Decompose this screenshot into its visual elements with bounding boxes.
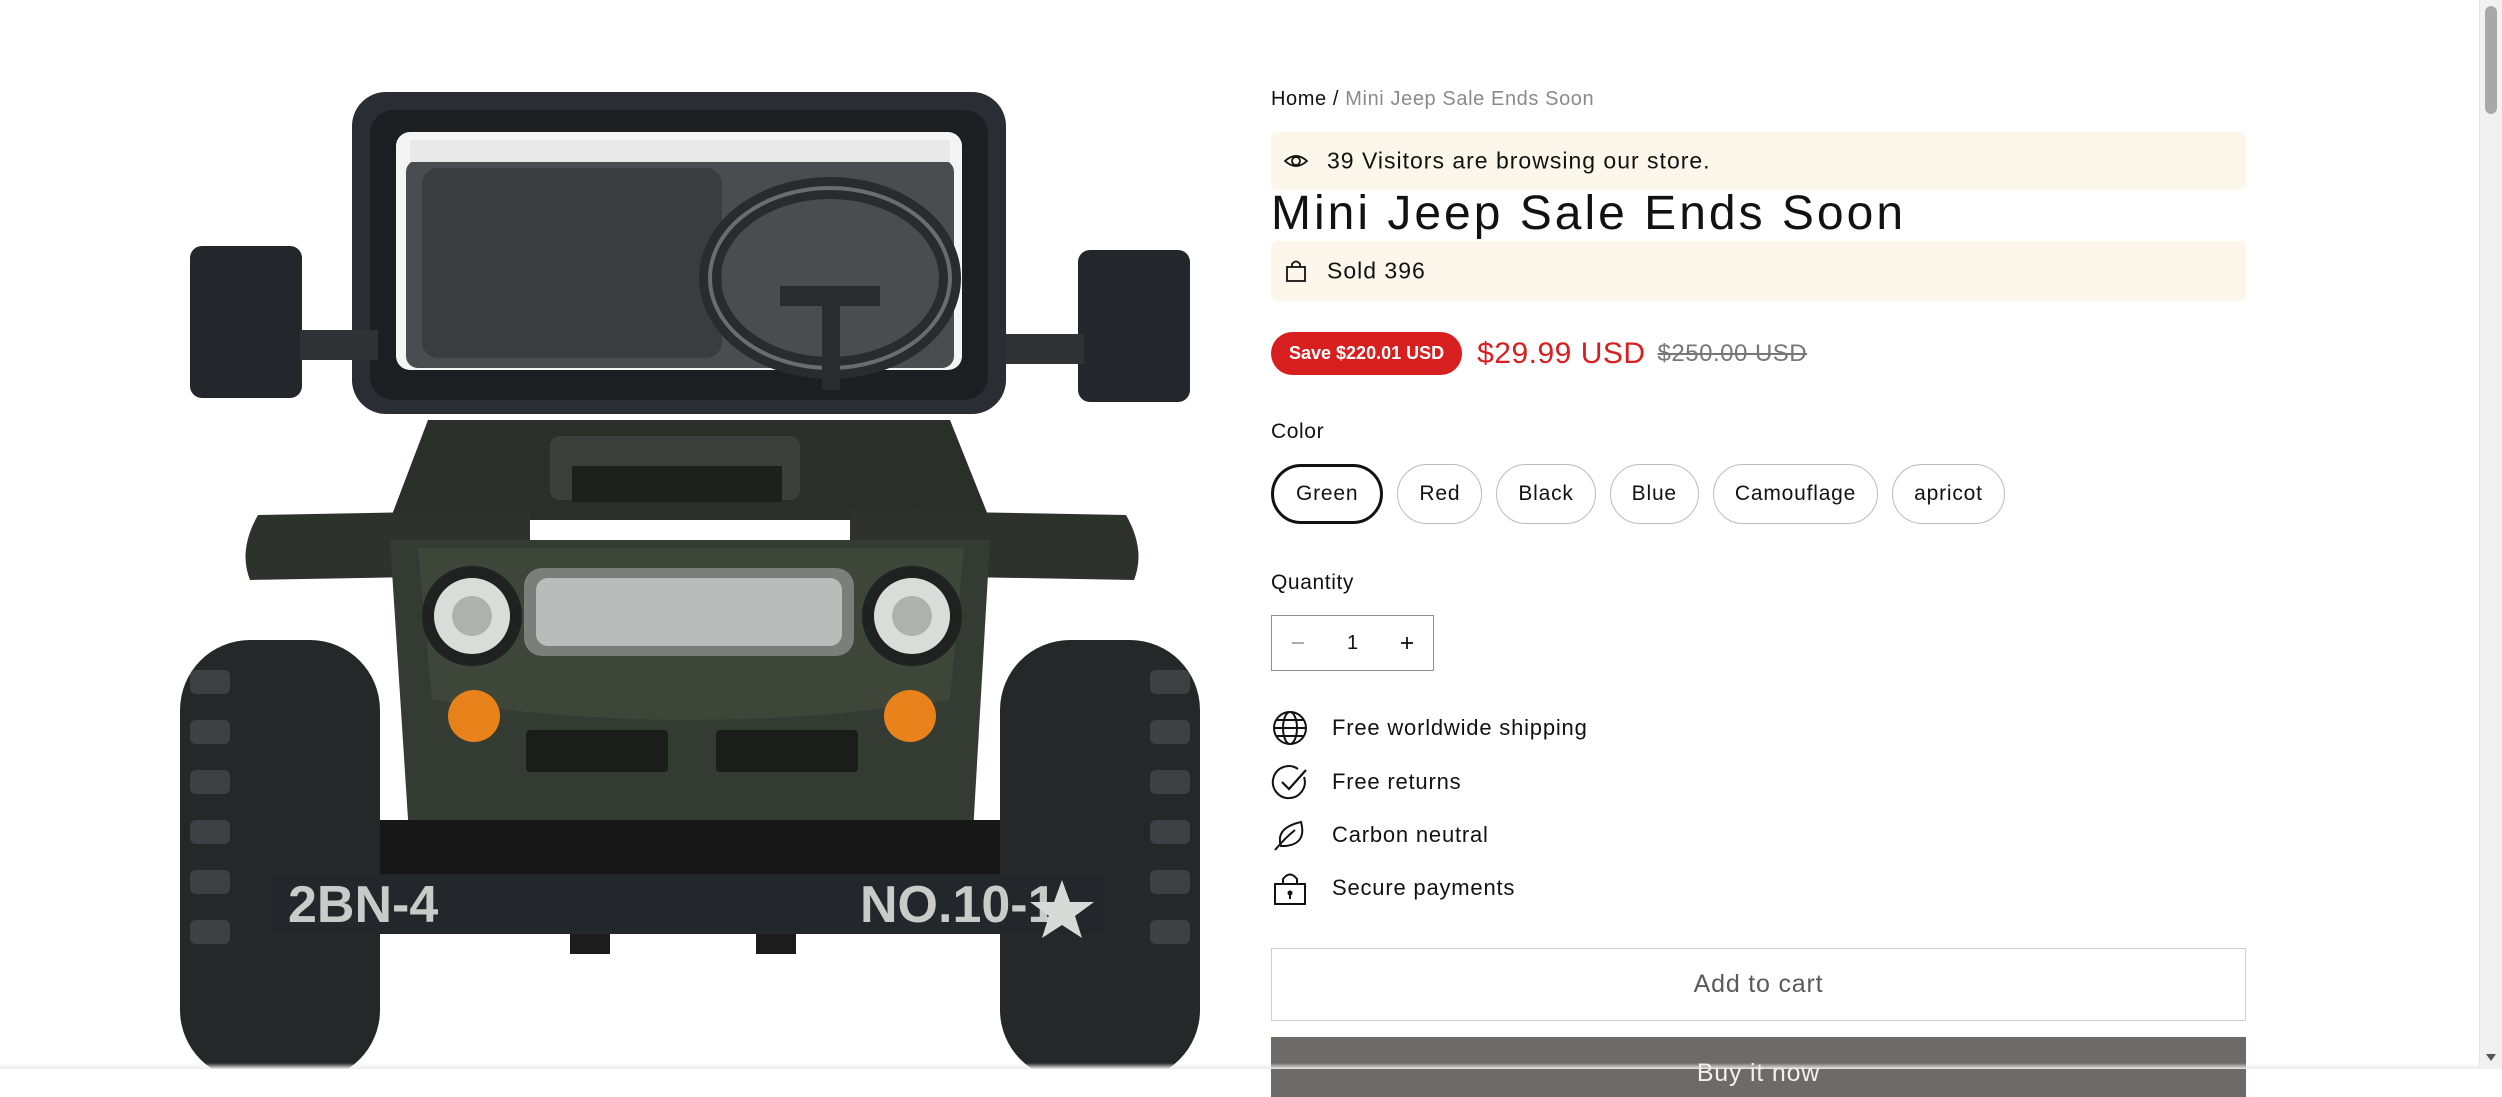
globe-icon (1273, 711, 1307, 745)
benefit-text: Free returns (1332, 769, 1462, 794)
quantity-stepper: 1 (1271, 615, 1434, 671)
color-option-apricot[interactable]: apricot (1892, 464, 2005, 524)
add-to-cart-button[interactable]: Add to cart (1271, 948, 2246, 1021)
plus-icon (1401, 637, 1413, 649)
color-option-red[interactable]: Red (1397, 464, 1483, 524)
breadcrumb-home-link[interactable]: Home (1271, 88, 1327, 110)
benefit-item: Secure payments (1271, 868, 1515, 908)
save-badge: Save $220.01 USD (1271, 332, 1463, 375)
color-option-black[interactable]: Black (1496, 464, 1596, 524)
color-option-camouflage[interactable]: Camouflage (1712, 464, 1879, 524)
color-options: Green Red Black Blue Camouflage apricot (1271, 464, 2005, 524)
color-option-green[interactable]: Green (1271, 464, 1384, 524)
scrollbar-thumb[interactable] (2485, 6, 2497, 114)
compare-at-price: $250.00 USD (1657, 339, 1808, 367)
sold-notice: Sold 396 (1271, 241, 2246, 301)
quantity-increase-button[interactable] (1381, 616, 1433, 670)
quantity-input[interactable]: 1 (1324, 632, 1381, 655)
sold-text: Sold 396 (1327, 257, 1426, 284)
breadcrumb: Home / Mini Jeep Sale Ends Soon (1271, 88, 1594, 111)
page-scrollbar[interactable] (2479, 0, 2502, 1069)
product-title: Mini Jeep Sale Ends Soon (1271, 187, 1907, 240)
benefit-item: Free worldwide shipping (1271, 708, 1588, 748)
quantity-decrease-button[interactable] (1272, 616, 1324, 670)
quantity-label: Quantity (1271, 571, 1355, 594)
visitors-text: 39 Visitors are browsing our store. (1327, 147, 1711, 174)
minus-icon (1292, 642, 1304, 644)
benefit-item: Carbon neutral (1271, 815, 1489, 855)
bumper-text-left: 2BN-4 (288, 876, 438, 934)
sale-price: $29.99 USD (1477, 336, 1646, 370)
color-label: Color (1271, 420, 1325, 443)
benefit-text: Free worldwide shipping (1332, 715, 1588, 740)
shopping-bag-icon (1286, 260, 1306, 282)
breadcrumb-separator: / (1332, 88, 1340, 110)
benefit-text: Carbon neutral (1332, 822, 1489, 847)
jeep-illustration: 2BN-4 NO.10-1 (180, 92, 1200, 1069)
product-image[interactable]: 2BN-4 NO.10-1 (160, 0, 1220, 1069)
bumper-text-right: NO.10-1 (860, 876, 1057, 934)
color-option-blue[interactable]: Blue (1609, 464, 1699, 524)
benefit-text: Secure payments (1332, 875, 1516, 900)
eye-icon (1283, 155, 1309, 167)
viewport-bottom-edge (0, 1063, 2480, 1069)
visitors-notice: 39 Visitors are browsing our store. (1271, 132, 2246, 190)
check-circle-icon (1271, 765, 1307, 800)
lock-icon (1274, 873, 1306, 905)
benefit-item: Free returns (1271, 762, 1461, 802)
breadcrumb-current: Mini Jeep Sale Ends Soon (1345, 88, 1595, 110)
leaf-icon (1274, 820, 1304, 851)
scroll-down-icon[interactable] (2486, 1054, 2496, 1061)
price-row: Save $220.01 USD $29.99 USD $250.00 USD (1271, 332, 1807, 375)
